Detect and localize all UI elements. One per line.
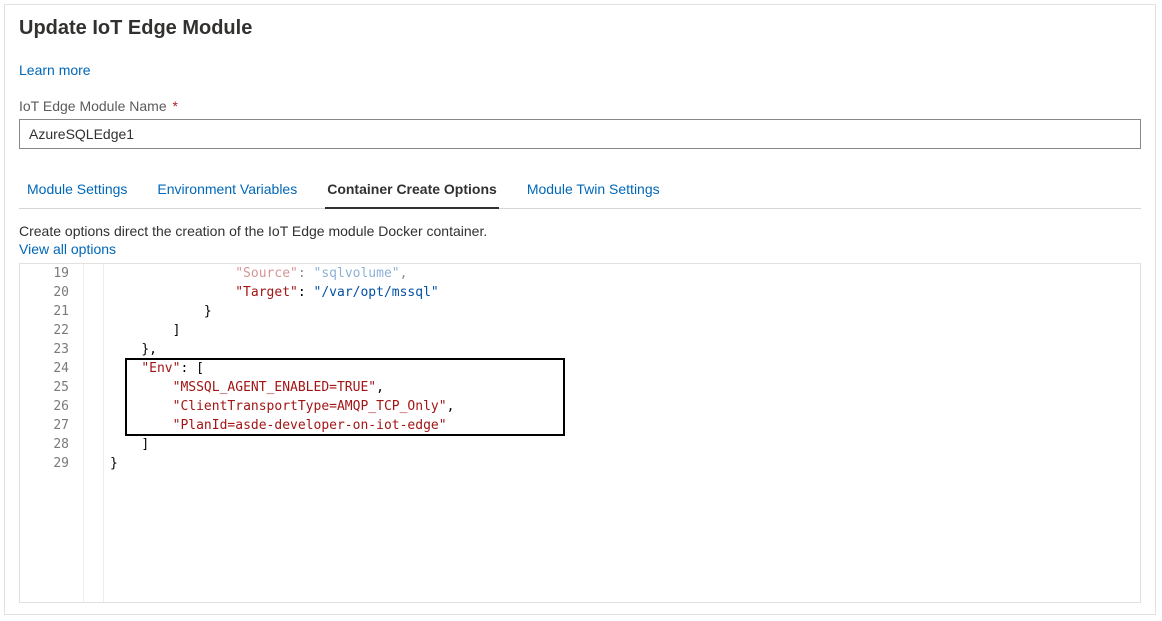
tab-container-create-options[interactable]: Container Create Options	[325, 173, 499, 209]
editor-code-area[interactable]: "Source": "sqlvolume", "Target": "/var/o…	[106, 264, 1140, 602]
update-module-panel: Update IoT Edge Module Learn more IoT Ed…	[4, 4, 1156, 615]
code-line[interactable]: ]	[110, 435, 1140, 454]
tabs-bar: Module Settings Environment Variables Cont…	[19, 173, 1141, 209]
create-options-desc: Create options direct the creation of th…	[19, 223, 1141, 239]
code-line[interactable]: "Env": [	[110, 359, 1140, 378]
view-all-options-link[interactable]: View all options	[19, 241, 116, 257]
tab-environment-variables[interactable]: Environment Variables	[155, 173, 299, 209]
editor-gutter: 1920212223242526272829	[20, 264, 84, 602]
code-line[interactable]: "MSSQL_AGENT_ENABLED=TRUE",	[110, 378, 1140, 397]
code-line[interactable]: ]	[110, 321, 1140, 340]
code-editor[interactable]: 1920212223242526272829 "Source": "sqlvol…	[19, 263, 1141, 603]
module-name-input[interactable]	[19, 119, 1141, 149]
editor-fold-column	[84, 264, 104, 602]
page-title: Update IoT Edge Module	[19, 17, 1141, 40]
code-line[interactable]: },	[110, 340, 1140, 359]
code-line[interactable]: }	[110, 454, 1140, 473]
code-line[interactable]: "ClientTransportType=AMQP_TCP_Only",	[110, 397, 1140, 416]
tab-module-twin-settings[interactable]: Module Twin Settings	[525, 173, 662, 209]
code-line[interactable]: "Source": "sqlvolume",	[110, 264, 1140, 283]
module-name-label: IoT Edge Module Name *	[19, 98, 1141, 114]
learn-more-link[interactable]: Learn more	[19, 62, 91, 78]
tab-module-settings[interactable]: Module Settings	[25, 173, 129, 209]
code-line[interactable]: "Target": "/var/opt/mssql"	[110, 283, 1140, 302]
module-name-label-text: IoT Edge Module Name	[19, 98, 167, 114]
code-line[interactable]: }	[110, 302, 1140, 321]
required-marker: *	[173, 98, 178, 114]
code-line[interactable]: "PlanId=asde-developer-on-iot-edge"	[110, 416, 1140, 435]
